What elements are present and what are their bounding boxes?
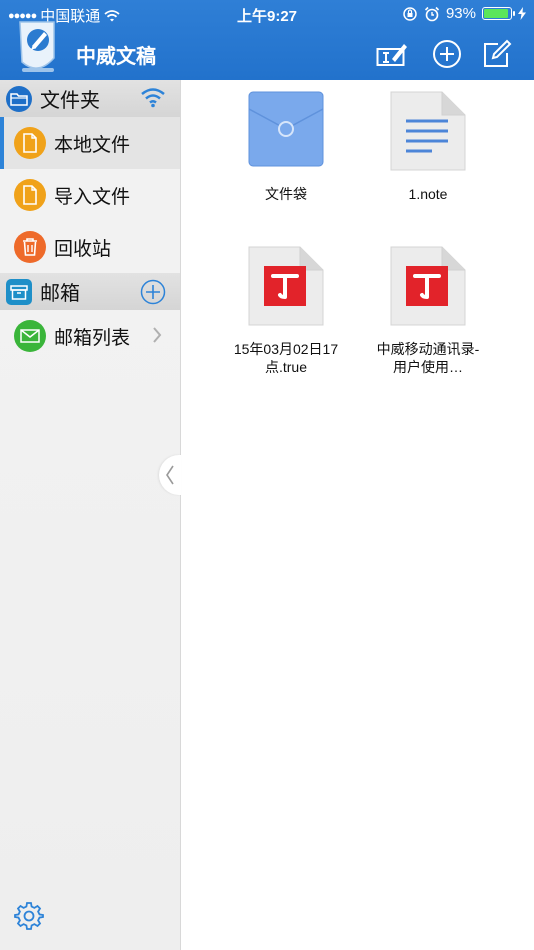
envelope-icon: [14, 320, 46, 352]
file-item[interactable]: 1.note: [358, 91, 498, 203]
file-item[interactable]: 中威移动通讯录-用户使用…: [358, 246, 498, 376]
alarm-icon: [424, 6, 440, 21]
true-document-icon: [248, 246, 324, 326]
status-bar: ●●●●● 中国联通 上午9:27 93%: [0, 0, 534, 28]
sidebar-item-label: 本地文件: [54, 134, 131, 156]
sidebar-item-label: 导入文件: [54, 186, 131, 208]
folder-icon: [248, 91, 324, 167]
rename-button[interactable]: [376, 38, 408, 70]
sidebar-item-recycle-bin[interactable]: 回收站: [0, 221, 180, 273]
compose-icon: [484, 39, 512, 67]
sidebar-item-imported-files[interactable]: 导入文件: [0, 169, 180, 221]
sidebar-item-label: 邮箱列表: [54, 327, 131, 349]
document-icon: [14, 127, 46, 159]
plus-circle-icon: [433, 40, 461, 68]
file-name: 1.note: [408, 186, 448, 202]
battery-percent: 93%: [445, 5, 476, 22]
file-item[interactable]: 15年03月02日17点.true: [216, 246, 356, 376]
mail-section-label: 邮箱: [40, 283, 80, 305]
navigation-bar: 中威文稿: [0, 21, 534, 80]
app-logo-icon: [19, 21, 55, 72]
folder-icon: [6, 85, 32, 112]
document-icon: [14, 179, 46, 211]
gear-icon: [14, 902, 44, 930]
plus-circle-icon: [140, 279, 166, 305]
charging-icon: [518, 7, 526, 20]
battery-icon: [482, 7, 515, 20]
trash-icon: [14, 231, 46, 263]
app-header: ●●●●● 中国联通 上午9:27 93% 中威文稿: [0, 0, 534, 80]
compose-button[interactable]: [481, 38, 513, 70]
mail-section-header: 邮箱: [0, 273, 180, 310]
chevron-right-icon: [153, 327, 162, 343]
add-mailbox-button[interactable]: [140, 279, 166, 310]
sidebar-item-label: 回收站: [54, 238, 112, 260]
text-edit-icon: [376, 44, 407, 66]
true-document-icon: [390, 246, 466, 326]
settings-button[interactable]: [14, 901, 44, 936]
wifi-icon: [141, 88, 165, 108]
rotation-lock-icon: [403, 6, 417, 21]
app-title: 中威文稿: [76, 46, 156, 68]
chevron-left-icon: [166, 465, 174, 485]
note-document-icon: [390, 91, 466, 171]
file-name: 15年03月02日17点.true: [233, 341, 339, 375]
sidebar: 文件夹 本地文件 导入文件 回收站 邮箱 邮箱列表: [0, 80, 181, 950]
sidebar-item-mailbox-list[interactable]: 邮箱列表: [0, 310, 180, 362]
file-name: 中威移动通讯录-用户使用…: [376, 341, 480, 375]
sidebar-item-local-files[interactable]: 本地文件: [0, 117, 180, 169]
folders-section-label: 文件夹: [40, 90, 100, 112]
folders-section-header: 文件夹: [0, 80, 180, 117]
mailbox-icon: [6, 278, 32, 305]
add-button[interactable]: [431, 38, 463, 70]
file-name: 文件袋: [265, 186, 307, 202]
file-item[interactable]: 文件袋: [216, 91, 356, 203]
wifi-transfer-button[interactable]: [140, 86, 166, 113]
